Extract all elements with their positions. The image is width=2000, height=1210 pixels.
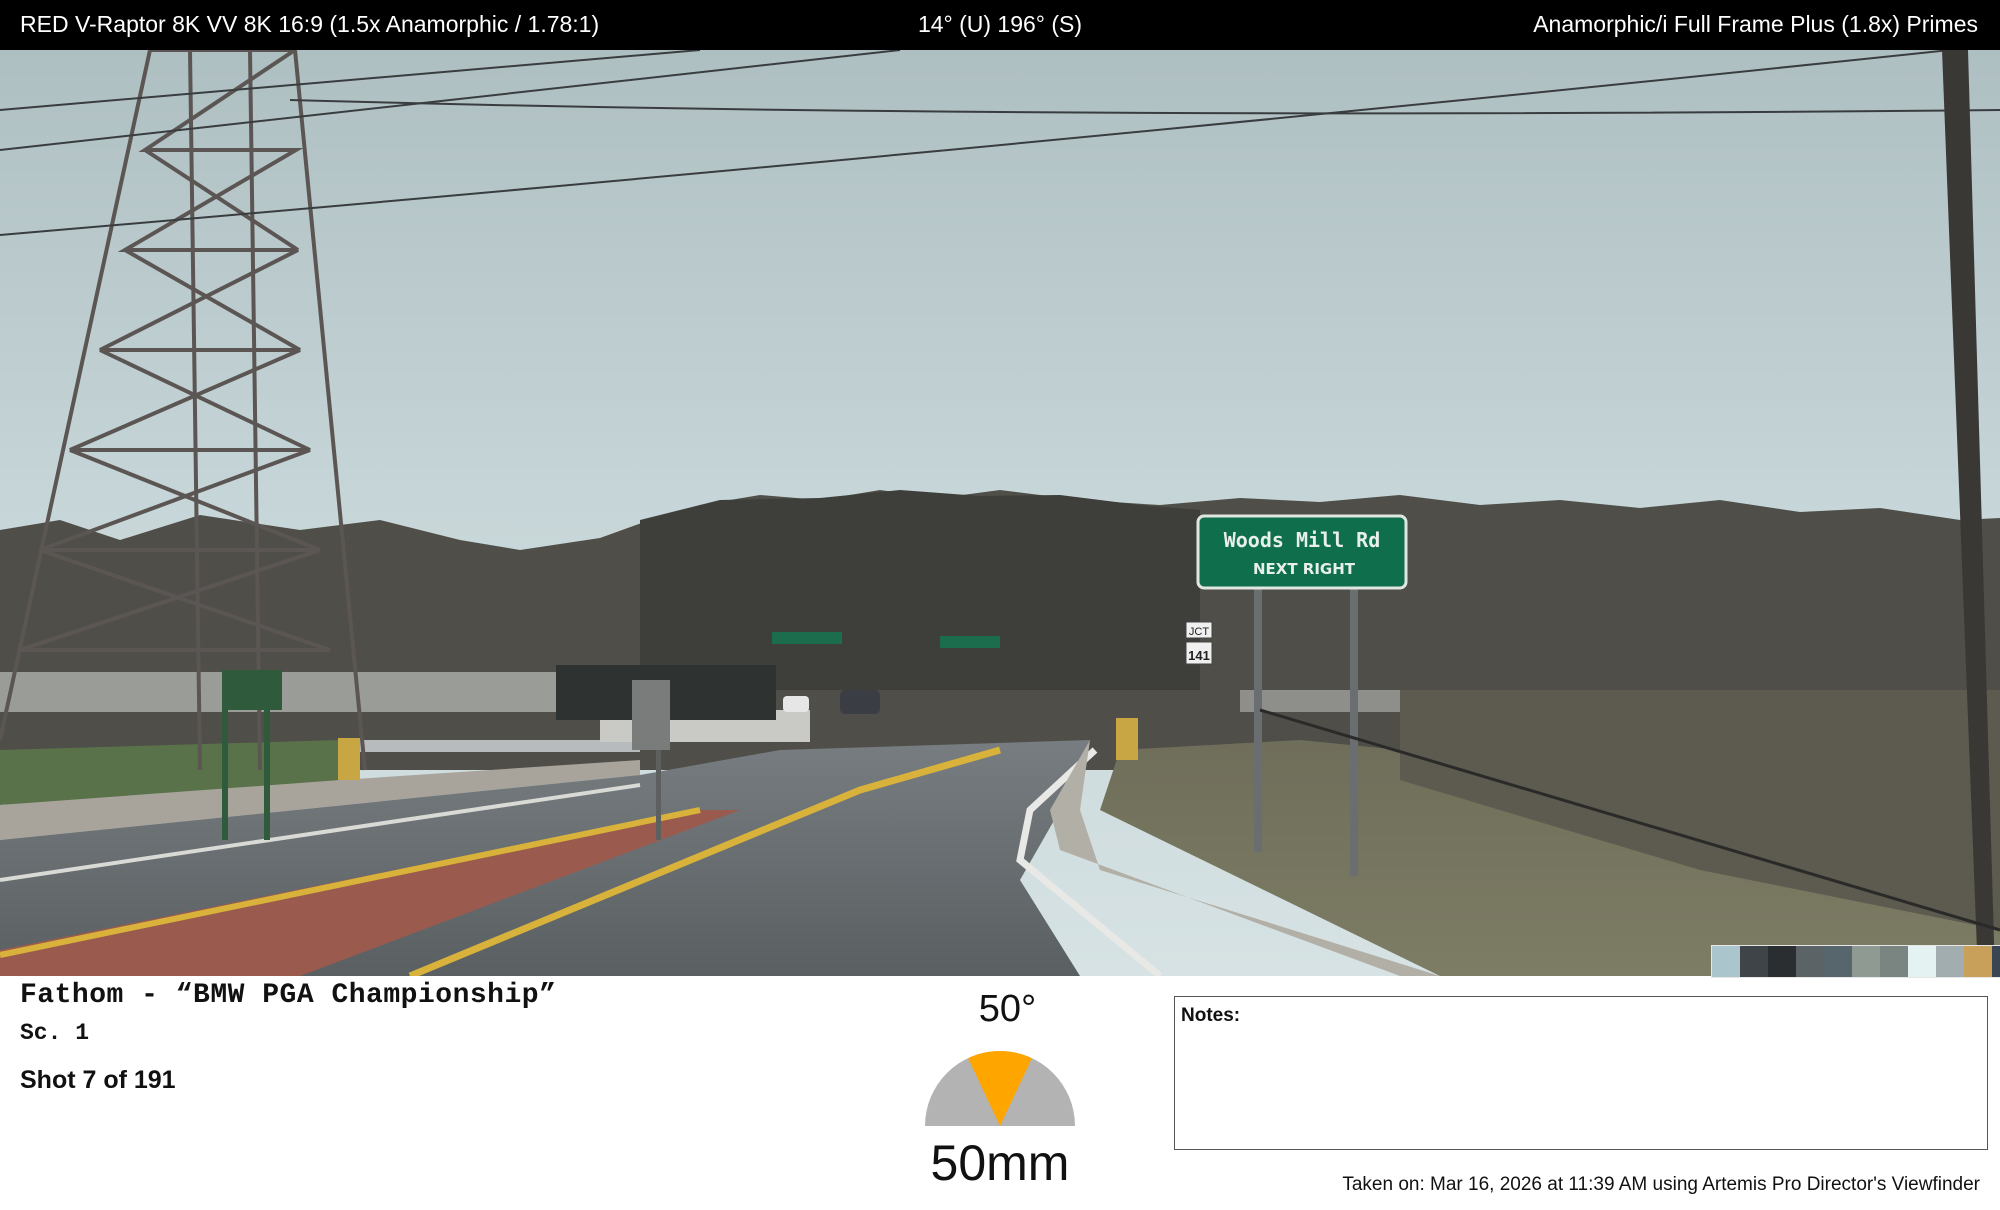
notes-label: Notes:	[1181, 1005, 1241, 1026]
focal-length: 50mm	[930, 1135, 1070, 1191]
scene-label: Sc. 1	[20, 1020, 90, 1046]
lens-label: Anamorphic/i Full Frame Plus (1.8x) Prim…	[1533, 11, 1978, 37]
shot-counter: Shot 7 of 191	[20, 1066, 176, 1094]
sign-next-right: NEXT RIGHT	[1253, 560, 1356, 578]
palette-swatch	[1992, 946, 2000, 977]
route-sign-number: 141	[1188, 648, 1210, 663]
taken-on-caption: Taken on: Mar 16, 2026 at 11:39 AM using…	[1342, 1174, 1980, 1195]
fov-angle: 50°	[978, 988, 1037, 1030]
palette-swatch	[1712, 946, 1740, 977]
palette-swatch	[1964, 946, 1992, 977]
palette-swatch	[1880, 946, 1908, 977]
fov-gauge	[925, 1051, 1075, 1126]
top-info-bar: RED V-Raptor 8K VV 8K 16:9 (1.5x Anamorp…	[0, 0, 2000, 50]
palette-swatch	[1796, 946, 1824, 977]
palette-swatch	[1852, 946, 1880, 977]
notes-box[interactable]: Notes:	[1174, 996, 1988, 1150]
palette-swatch	[1824, 946, 1852, 977]
sign-road-name: Woods Mill Rd	[1224, 528, 1381, 552]
viewfinder-photo: JCT 141 Woods Mill Rd NEXT RIGHT	[0, 50, 2000, 976]
route-sign-jct: JCT	[1189, 626, 1209, 638]
palette-swatch	[1908, 946, 1936, 977]
palette-swatch	[1768, 946, 1796, 977]
color-palette	[1711, 945, 2000, 978]
palette-swatch	[1936, 946, 1964, 977]
project-title: Fathom - “BMW PGA Championship”	[20, 980, 557, 1011]
palette-swatch	[1740, 946, 1768, 977]
